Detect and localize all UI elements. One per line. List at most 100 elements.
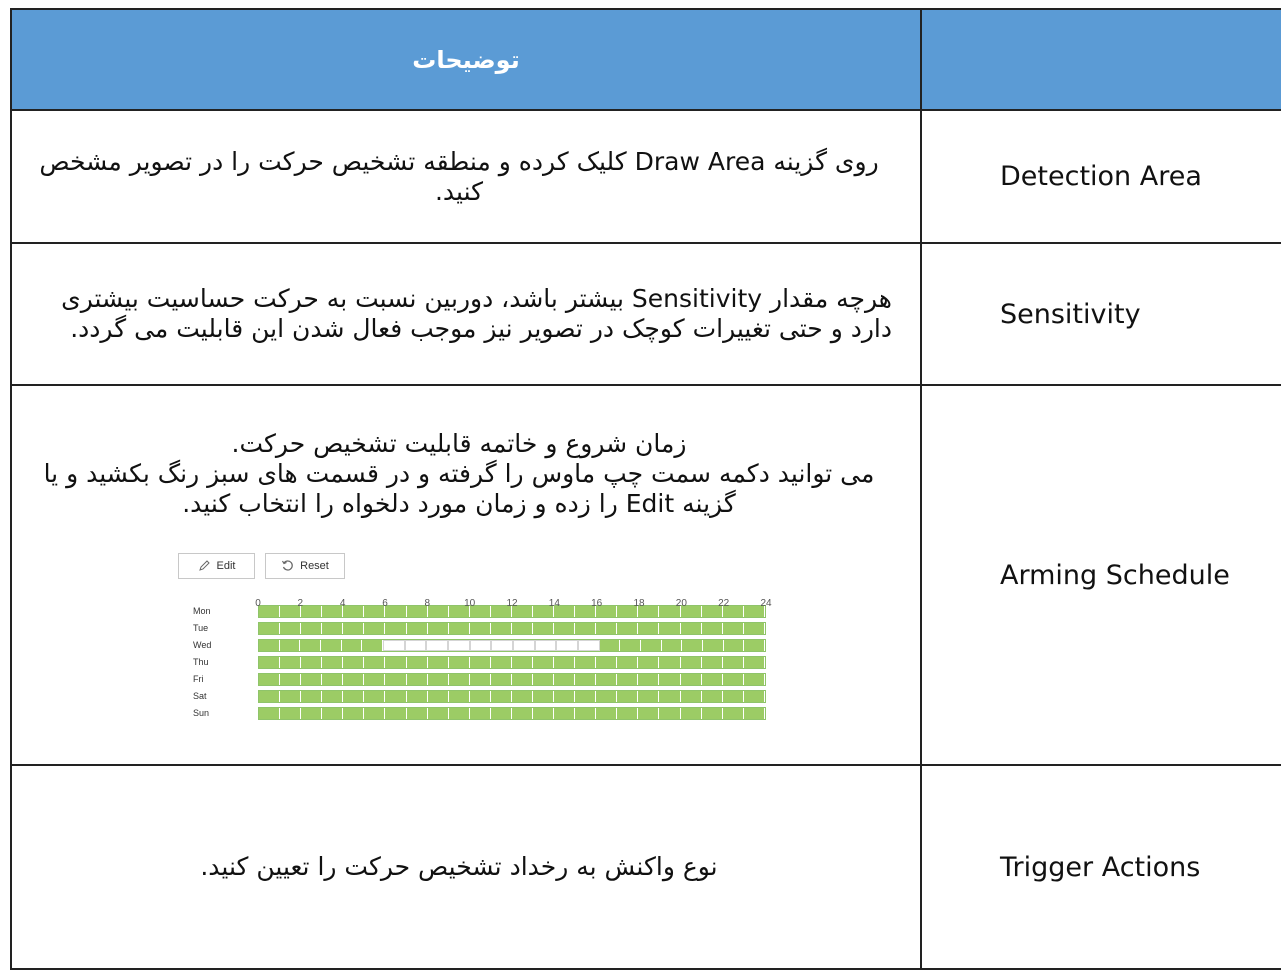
armed-slot[interactable] (599, 639, 621, 651)
armed-slot[interactable] (638, 690, 660, 702)
armed-slot[interactable] (301, 656, 323, 668)
armed-slot[interactable] (554, 622, 576, 634)
armed-slot[interactable] (596, 707, 618, 719)
armed-slot[interactable] (301, 622, 323, 634)
armed-slot[interactable] (469, 690, 491, 702)
armed-slot[interactable] (427, 707, 449, 719)
unarmed-slot[interactable] (556, 639, 579, 651)
armed-slot[interactable] (638, 707, 660, 719)
armed-slot[interactable] (575, 690, 597, 702)
armed-slot[interactable] (301, 605, 323, 617)
armed-slot[interactable] (638, 656, 660, 668)
unarmed-slot[interactable] (491, 639, 514, 651)
reset-button[interactable]: Reset (265, 552, 345, 579)
armed-slot[interactable] (575, 673, 597, 685)
unarmed-slot[interactable] (448, 639, 470, 651)
armed-slot[interactable] (280, 656, 302, 668)
armed-slot[interactable] (533, 656, 555, 668)
armed-slot[interactable] (343, 622, 365, 634)
armed-slot[interactable] (406, 690, 428, 702)
unarmed-slot[interactable] (426, 639, 449, 651)
armed-slot[interactable] (490, 656, 512, 668)
armed-slot[interactable] (364, 690, 386, 702)
armed-slot[interactable] (427, 656, 449, 668)
armed-slot[interactable] (301, 690, 323, 702)
armed-slot[interactable] (301, 707, 323, 719)
armed-slot[interactable] (701, 690, 723, 702)
armed-slot[interactable] (322, 622, 344, 634)
armed-slot[interactable] (533, 673, 555, 685)
armed-slot[interactable] (744, 639, 766, 651)
unarmed-slot[interactable] (383, 639, 405, 651)
armed-slot[interactable] (343, 656, 365, 668)
armed-slot[interactable] (680, 707, 702, 719)
armed-slot[interactable] (701, 707, 723, 719)
armed-slot[interactable] (343, 690, 365, 702)
armed-slot[interactable] (533, 622, 555, 634)
armed-slot[interactable] (259, 656, 281, 668)
armed-slot[interactable] (259, 690, 281, 702)
unarmed-slot[interactable] (404, 639, 427, 651)
armed-slot[interactable] (659, 673, 681, 685)
armed-slot[interactable] (427, 673, 449, 685)
armed-slot[interactable] (490, 673, 512, 685)
armed-slot[interactable] (343, 707, 365, 719)
armed-slot[interactable] (427, 605, 449, 617)
day-timeline[interactable] (258, 655, 766, 669)
armed-slot[interactable] (554, 690, 576, 702)
armed-slot[interactable] (490, 707, 512, 719)
armed-slot[interactable] (511, 622, 534, 634)
armed-slot[interactable] (743, 707, 765, 719)
armed-slot[interactable] (701, 673, 723, 685)
armed-slot[interactable] (617, 707, 639, 719)
armed-slot[interactable] (385, 656, 407, 668)
armed-slot[interactable] (448, 707, 470, 719)
armed-slot[interactable] (280, 673, 302, 685)
armed-slot[interactable] (280, 707, 302, 719)
armed-slot[interactable] (680, 690, 702, 702)
armed-slot[interactable] (511, 690, 534, 702)
armed-slot[interactable] (259, 622, 281, 634)
armed-slot[interactable] (575, 656, 597, 668)
armed-slot[interactable] (596, 622, 618, 634)
day-timeline[interactable] (258, 689, 766, 703)
armed-slot[interactable] (448, 622, 470, 634)
armed-slot[interactable] (659, 690, 681, 702)
armed-slot[interactable] (575, 707, 597, 719)
armed-slot[interactable] (722, 673, 744, 685)
armed-slot[interactable] (301, 673, 323, 685)
armed-slot[interactable] (448, 673, 470, 685)
armed-slot[interactable] (511, 656, 534, 668)
armed-slot[interactable] (385, 707, 407, 719)
armed-slot[interactable] (554, 707, 576, 719)
armed-slot[interactable] (448, 656, 470, 668)
armed-slot[interactable] (554, 656, 576, 668)
armed-slot[interactable] (511, 707, 534, 719)
armed-slot[interactable] (406, 656, 428, 668)
armed-slot[interactable] (680, 656, 702, 668)
armed-slot[interactable] (406, 673, 428, 685)
armed-slot[interactable] (701, 622, 723, 634)
unarmed-slot[interactable] (469, 639, 492, 651)
armed-slot[interactable] (469, 707, 491, 719)
armed-slot[interactable] (641, 639, 662, 651)
armed-slot[interactable] (743, 690, 765, 702)
armed-slot[interactable] (364, 656, 386, 668)
armed-slot[interactable] (259, 639, 280, 651)
armed-slot[interactable] (743, 656, 765, 668)
armed-slot[interactable] (554, 673, 576, 685)
unarmed-slot[interactable] (578, 639, 600, 651)
armed-slot[interactable] (259, 707, 281, 719)
armed-slot[interactable] (322, 690, 344, 702)
armed-slot[interactable] (343, 605, 365, 617)
armed-slot[interactable] (364, 622, 386, 634)
armed-slot[interactable] (617, 622, 639, 634)
armed-slot[interactable] (385, 605, 407, 617)
armed-slot[interactable] (280, 622, 302, 634)
armed-slot[interactable] (406, 622, 428, 634)
armed-slot[interactable] (448, 690, 470, 702)
armed-slot[interactable] (575, 622, 597, 634)
armed-slot[interactable] (680, 622, 702, 634)
armed-slot[interactable] (280, 690, 302, 702)
armed-slot[interactable] (385, 673, 407, 685)
